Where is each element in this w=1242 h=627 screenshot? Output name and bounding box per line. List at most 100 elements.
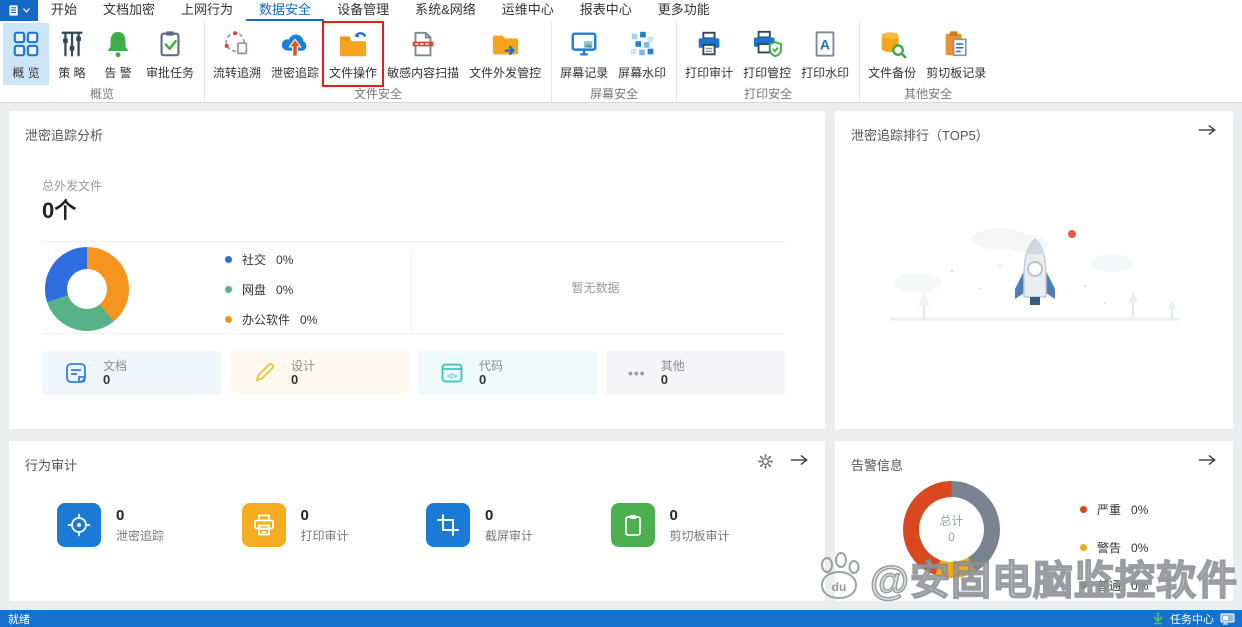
tool-print-control[interactable]: 打印管控 [738, 23, 796, 85]
tool-label: 打印审计 [685, 66, 734, 80]
tool-leak-trace[interactable]: 泄密追踪 [266, 23, 324, 85]
sliders-icon [54, 26, 90, 62]
panel-leak-rank: 泄密追踪排行（TOP5） [835, 111, 1233, 429]
stat-screenshot-audit[interactable]: 0 截屏审计 [426, 503, 611, 547]
doc-scan-icon [405, 26, 441, 62]
status-ready-text: 就绪 [8, 613, 30, 626]
legend-value: 0% [1131, 540, 1149, 555]
printer-icon [691, 26, 727, 62]
tool-label: 审批任务 [146, 66, 195, 80]
panel-title: 泄密追踪分析 [25, 128, 104, 143]
stat-clipboard-audit[interactable]: 0 剪切板审计 [610, 503, 796, 547]
tool-flow-trace[interactable]: 流转追溯 [208, 23, 266, 85]
legend-value: 0% [276, 282, 294, 297]
stat-label: 截屏审计 [485, 528, 534, 543]
tab-more[interactable]: 更多功能 [645, 0, 723, 21]
arrow-right-icon[interactable] [789, 453, 809, 472]
card-label: 代码 [479, 359, 504, 373]
card-code[interactable]: </> 代码 0 [418, 351, 597, 395]
tab-web-behavior[interactable]: 上网行为 [168, 0, 246, 21]
printer-shield-icon [749, 26, 785, 62]
legend-item: 普通 0% [1080, 577, 1148, 594]
tool-label: 文件操作 [329, 66, 378, 80]
card-design[interactable]: 设计 0 [230, 351, 409, 395]
tool-file-operations[interactable]: 文件操作 [324, 23, 382, 85]
card-value: 0 [291, 372, 299, 387]
arrow-right-icon[interactable] [1197, 123, 1217, 142]
tab-start[interactable]: 开始 [38, 0, 90, 21]
card-other[interactable]: ••• 其他 0 [606, 351, 785, 395]
target-icon [57, 503, 101, 547]
clipboard-check-icon [152, 26, 188, 62]
tab-system-network[interactable]: 系统&网络 [402, 0, 489, 21]
alerts-total-label: 总计 [939, 514, 964, 528]
gear-icon[interactable] [758, 454, 773, 474]
tab-device-manage[interactable]: 设备管理 [324, 0, 402, 21]
clipboard-doc-icon [938, 26, 974, 62]
tool-clipboard-record[interactable]: 剪切板记录 [921, 23, 991, 85]
alerts-legend: 严重 0% 警告 0% 普通 0% [1080, 501, 1148, 594]
legend-value: 0% [1131, 502, 1149, 517]
tool-print-audit[interactable]: 打印审计 [680, 23, 738, 85]
panel-title: 告警信息 [851, 458, 904, 473]
legend-label: 办公软件 [242, 313, 291, 327]
dashboard-content: 泄密追踪分析 总外发文件 0个 社交 0% 网盘 0% 办公软件 0% 暂无数据… [0, 104, 1242, 608]
tool-policy[interactable]: 策 略 [49, 23, 95, 85]
app-menu-button[interactable] [0, 0, 38, 21]
database-search-icon [874, 26, 910, 62]
stat-label: 剪切板审计 [669, 528, 730, 543]
tool-label: 概 览 [12, 66, 40, 80]
legend-dot [225, 256, 232, 263]
legend-item: 办公软件 0% [225, 311, 317, 328]
svg-text:A: A [820, 37, 830, 53]
card-value: 0 [479, 372, 487, 387]
ribbon-group-other-security: 文件备份 剪切板记录 其他安全 [859, 21, 996, 102]
document-icon [66, 363, 86, 383]
divider [42, 241, 785, 242]
tool-label: 文件外发管控 [469, 66, 542, 80]
tool-content-scan[interactable]: 敏感内容扫描 [382, 23, 464, 85]
card-value: 0 [103, 372, 111, 387]
ribbon: 开始 文档加密 上网行为 数据安全 设备管理 系统&网络 运维中心 报表中心 更… [0, 0, 1242, 103]
legend-label: 普通 [1097, 579, 1122, 593]
tool-label: 打印管控 [743, 66, 792, 80]
task-center-button[interactable]: 任务中心 [1170, 611, 1214, 627]
card-docs[interactable]: 文档 0 [42, 351, 221, 395]
tool-label: 告 警 [104, 66, 132, 80]
tool-screen-watermark[interactable]: 屏幕水印 [613, 23, 671, 85]
tool-alert[interactable]: 告 警 [95, 23, 141, 85]
arrow-right-icon[interactable] [1197, 453, 1217, 472]
cycle-trace-icon [219, 26, 255, 62]
tab-report-center[interactable]: 报表中心 [567, 0, 645, 21]
stat-value: 0 [485, 506, 494, 524]
file-type-cards: 文档 0 设计 0 </> 代码 0 ••• 其他 0 [42, 351, 785, 395]
panel-title: 泄密追踪排行（TOP5） [851, 128, 989, 143]
tool-label: 剪切板记录 [926, 66, 987, 80]
legend-dot [225, 286, 232, 293]
pixel-watermark-icon [624, 26, 660, 62]
tab-ops-center[interactable]: 运维中心 [489, 0, 567, 21]
legend-label: 网盘 [242, 283, 267, 297]
audit-stats-row: 0 泄密追踪 0 打印审计 0 截屏审计 0 剪切板审计 [57, 503, 795, 547]
cloud-upload-icon [277, 26, 313, 62]
status-bar: 就绪 任务中心 [0, 610, 1242, 627]
ribbon-group-file-security: 流转追溯 泄密追踪 文件操作 敏感内容扫描 文件外发管控 文件安全 [204, 21, 551, 102]
tool-file-backup[interactable]: 文件备份 [863, 23, 921, 85]
alerts-total-value: 0 [948, 530, 955, 544]
tool-file-send-control[interactable]: 文件外发管控 [464, 23, 546, 85]
stat-leak-trace[interactable]: 0 泄密追踪 [57, 503, 242, 547]
tab-doc-encrypt[interactable]: 文档加密 [90, 0, 168, 21]
stat-print-audit[interactable]: 0 打印审计 [241, 503, 427, 547]
monitor-status-icon[interactable] [1220, 612, 1236, 625]
clipboard-icon [610, 503, 655, 547]
tool-approval-tasks[interactable]: 审批任务 [141, 23, 199, 85]
crop-icon [426, 503, 470, 547]
tool-screen-record[interactable]: 屏幕记录 [555, 23, 613, 85]
legend-value: 0% [1131, 578, 1149, 593]
card-label: 设计 [291, 359, 316, 373]
tool-print-watermark[interactable]: A 打印水印 [796, 23, 854, 85]
total-files-value: 0个 [42, 198, 77, 223]
tool-overview[interactable]: 概 览 [3, 23, 49, 85]
tab-data-security[interactable]: 数据安全 [246, 0, 325, 21]
ribbon-toolbar: 概 览 策 略 告 警 审批任务 概览 流转追溯 泄密追踪 文件操作 敏感内容扫… [0, 21, 1242, 102]
